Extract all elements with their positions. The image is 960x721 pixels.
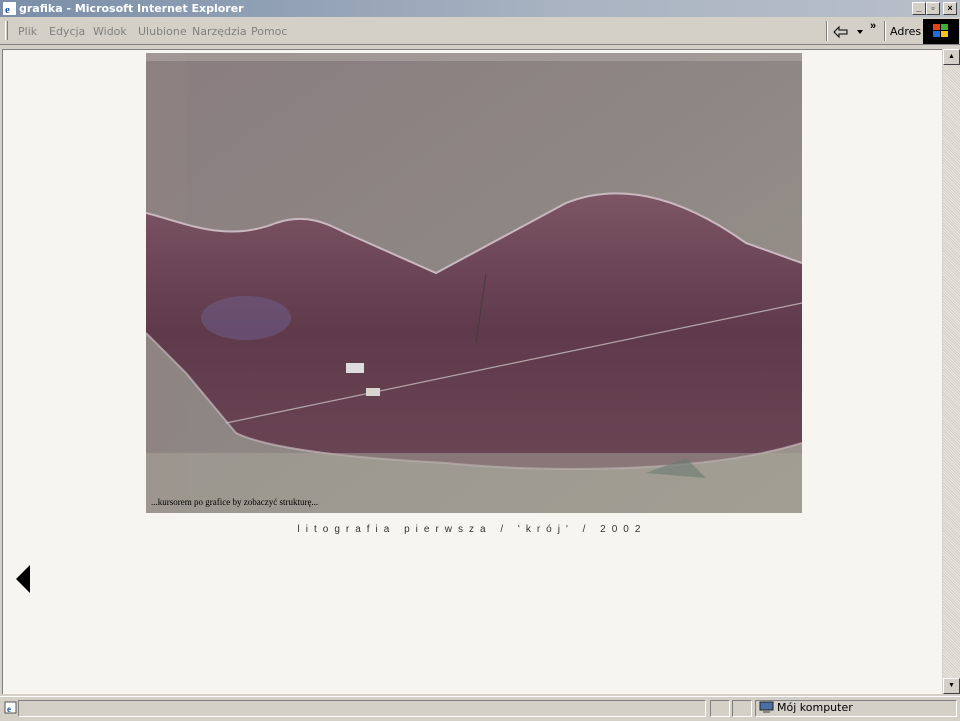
artwork-title: litografia pierwsza / 'krój' / 2002 bbox=[297, 524, 647, 535]
address-label[interactable]: Adres bbox=[890, 25, 921, 38]
status-bar: e Mój komputer bbox=[0, 696, 960, 721]
menu-widok[interactable]: Widok bbox=[93, 25, 127, 38]
menu-edycja[interactable]: Edycja bbox=[49, 25, 85, 38]
window-title: grafika - Microsoft Internet Explorer bbox=[19, 2, 244, 15]
previous-arrow-icon[interactable] bbox=[16, 565, 30, 593]
menu-narzedzia[interactable]: Narzędzia bbox=[192, 25, 247, 38]
page-icon: e bbox=[4, 701, 17, 714]
status-text-panel bbox=[18, 700, 706, 717]
dropdown-arrow-icon[interactable] bbox=[857, 30, 863, 34]
svg-text:e: e bbox=[7, 704, 11, 714]
menu-pomoc[interactable]: Pomoc bbox=[251, 25, 287, 38]
status-panel bbox=[710, 700, 730, 717]
restore-button[interactable]: ▫ bbox=[926, 2, 940, 15]
scroll-down-button[interactable]: ▼ bbox=[943, 678, 960, 694]
page-content: ...kursorem po grafice by zobaczyć struk… bbox=[2, 49, 942, 694]
svg-text:e: e bbox=[5, 4, 10, 15]
menu-ulubione[interactable]: Ulubione bbox=[138, 25, 187, 38]
toolbar-more-button[interactable]: » bbox=[870, 20, 876, 32]
artwork-hint-caption: ...kursorem po grafice by zobaczyć struk… bbox=[151, 497, 319, 507]
toolbar-separator bbox=[826, 21, 828, 41]
title-bar: e grafika - Microsoft Internet Explorer … bbox=[0, 0, 960, 17]
close-button[interactable]: × bbox=[943, 2, 957, 15]
vertical-scrollbar[interactable]: ▲ ▼ bbox=[943, 49, 960, 694]
windows-logo-icon bbox=[923, 19, 959, 44]
toolbar-grip[interactable] bbox=[5, 21, 8, 40]
ie-icon: e bbox=[3, 2, 16, 15]
status-panel bbox=[732, 700, 752, 717]
back-arrow-icon[interactable] bbox=[833, 25, 851, 39]
security-zone-label: Mój komputer bbox=[777, 701, 853, 714]
computer-icon bbox=[759, 701, 774, 713]
minimize-button[interactable]: _ bbox=[912, 2, 926, 15]
lithograph-image[interactable] bbox=[146, 53, 802, 513]
scroll-up-button[interactable]: ▲ bbox=[943, 49, 960, 65]
menu-plik[interactable]: Plik bbox=[18, 25, 37, 38]
toolbar-separator bbox=[884, 21, 886, 41]
